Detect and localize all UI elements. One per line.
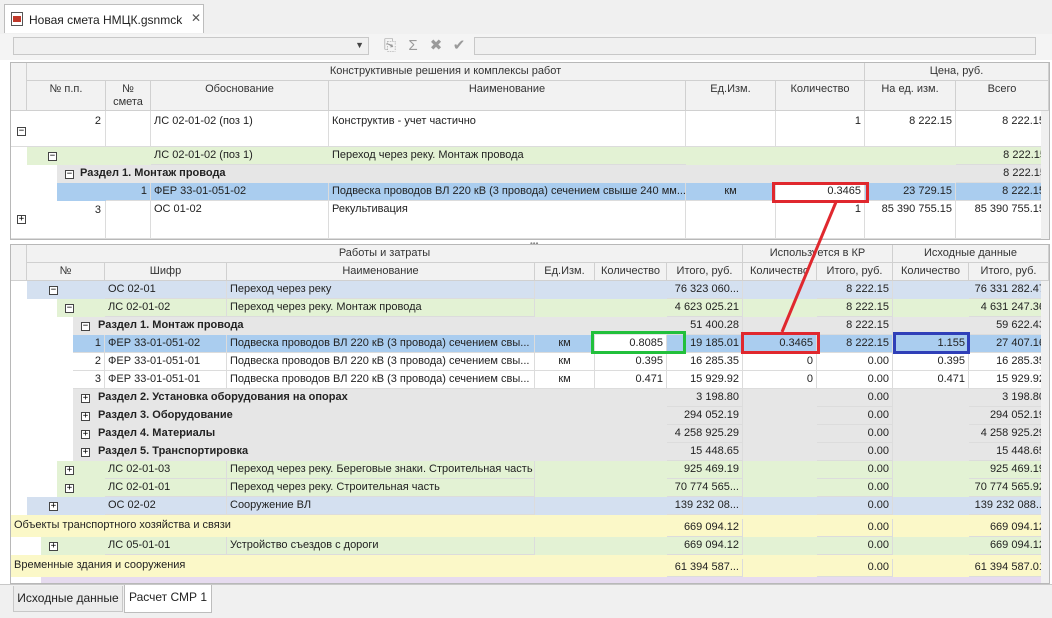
connector-line [780,201,838,333]
tab-smr-calculation[interactable]: Расчет СМР 1 [124,585,212,613]
connector-arrow [780,201,838,333]
tab-source-data[interactable]: Исходные данные [13,586,123,612]
